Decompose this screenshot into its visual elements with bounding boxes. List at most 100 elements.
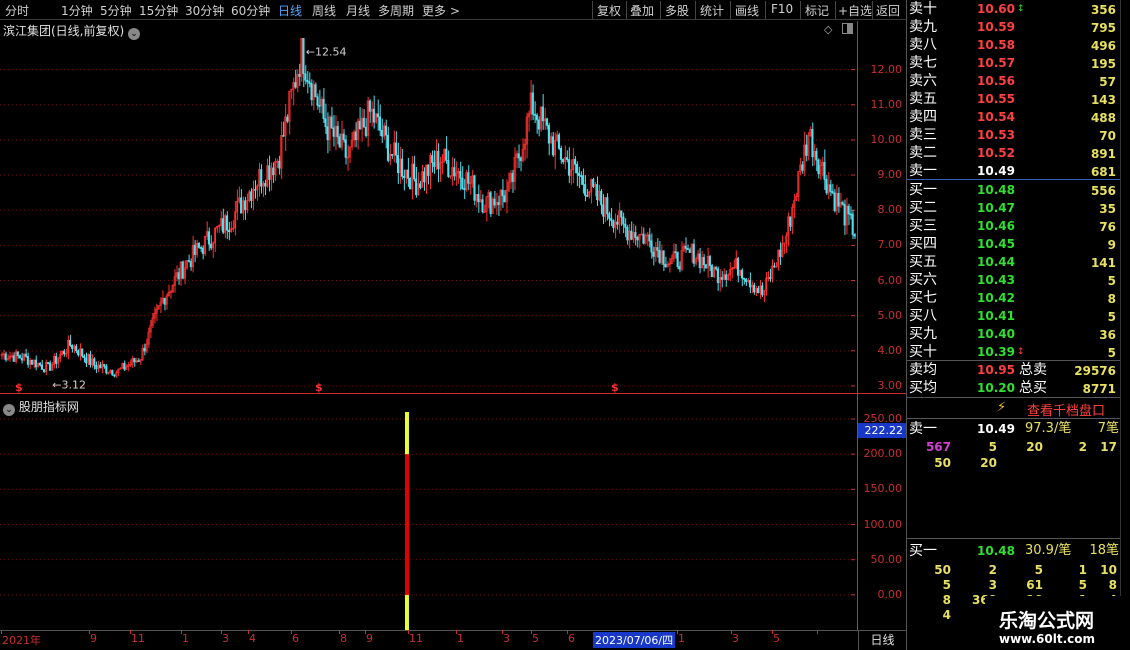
candle-body	[537, 119, 540, 130]
candle-body	[684, 245, 687, 249]
ask-row[interactable]: 卖七 10.57	[909, 54, 1015, 72]
candle-body	[720, 277, 723, 280]
period-tab-5min[interactable]: 5分钟	[100, 2, 132, 19]
sort-arrow-icon[interactable]: ↕	[1017, 0, 1025, 18]
bid-row[interactable]: 买九 10.40	[909, 325, 1015, 343]
bid-row[interactable]: 买六 10.43	[909, 271, 1015, 289]
bid-row[interactable]: 买四 10.45	[909, 235, 1015, 253]
ask-price: 10.52	[977, 146, 1015, 160]
candle-body	[704, 264, 707, 269]
statistics-button[interactable]: 统计	[700, 2, 724, 19]
candle-body	[503, 195, 506, 203]
candle-body	[403, 176, 406, 178]
candle-body	[620, 210, 623, 218]
bid-row[interactable]: 买八 10.41	[909, 307, 1015, 325]
indicator-chart[interactable]	[0, 412, 858, 630]
sort-arrow-icon[interactable]: ↕	[1017, 343, 1025, 361]
period-tab-daily[interactable]: 日线	[278, 2, 302, 19]
f10-button[interactable]: F10	[771, 2, 793, 16]
dividend-marker: $	[315, 381, 323, 393]
date-label: 3	[222, 632, 229, 645]
draw-line-button[interactable]: 画线	[735, 2, 759, 19]
date-tick	[89, 630, 90, 634]
candle-body	[433, 162, 436, 167]
bid-row[interactable]: 买二 10.47	[909, 199, 1015, 217]
bid-row[interactable]: 买三 10.46	[909, 217, 1015, 235]
bid-price: 10.43	[977, 273, 1015, 287]
ask-row[interactable]: 卖十 10.60 ↕	[909, 0, 1025, 18]
period-tab-monthly[interactable]: 月线	[346, 2, 370, 19]
candle-body	[779, 249, 782, 257]
candle-body	[437, 150, 440, 170]
fuquan-button[interactable]: 复权	[597, 2, 621, 19]
candle-body	[674, 251, 677, 254]
buy-queue-order: 50	[934, 563, 951, 577]
candle-body	[716, 268, 719, 284]
period-indicator[interactable]: 日线	[858, 631, 906, 650]
ask-row[interactable]: 卖八 10.58	[909, 36, 1015, 54]
sell-queue-avg: 97.3/笔	[1025, 421, 1072, 436]
candle-body	[362, 117, 365, 128]
candle-body	[322, 98, 325, 120]
period-tab-fenshi[interactable]: 分时	[5, 2, 29, 19]
sell-queue-order: 17	[1100, 440, 1117, 454]
candlestick-chart[interactable]: ←12.54 ←3.12 $ $ $	[0, 38, 858, 393]
candle-body	[111, 370, 114, 376]
period-tab-1min[interactable]: 1分钟	[61, 2, 93, 19]
candle-body	[407, 169, 410, 179]
dividend-marker: $	[15, 381, 23, 393]
candle-body	[227, 229, 231, 233]
toolbar-divider	[765, 1, 766, 19]
qiandang-link[interactable]: 查看千档盘口	[1027, 400, 1105, 419]
ask-row[interactable]: 卖一 10.49	[909, 162, 1015, 180]
candle-body	[38, 362, 41, 366]
candle-body	[318, 104, 321, 107]
ask-row[interactable]: 卖九 10.59	[909, 18, 1015, 36]
ask-row[interactable]: 卖二 10.52	[909, 144, 1015, 162]
total-sell-label: 总卖	[1019, 362, 1047, 378]
ask-row[interactable]: 卖四 10.54	[909, 108, 1015, 126]
indicator-bar-segment	[405, 412, 409, 455]
bid-label: 买六	[909, 272, 937, 288]
bid-row[interactable]: 买一 10.48	[909, 181, 1015, 199]
diamond-icon[interactable]: ◇	[824, 23, 832, 36]
candle-body	[692, 243, 695, 264]
price-tick-label: 4.00	[877, 343, 903, 357]
candle-body	[34, 359, 37, 368]
candle-body	[103, 364, 106, 367]
candle-body	[724, 274, 727, 280]
candle-body	[396, 154, 400, 173]
date-tick	[456, 630, 457, 634]
ask-row[interactable]: 卖五 10.55	[909, 90, 1015, 108]
candle-body	[831, 191, 834, 194]
period-tab-weekly[interactable]: 周线	[312, 2, 336, 19]
candle-body	[584, 184, 587, 196]
period-tab-more[interactable]: 更多 >	[422, 2, 460, 19]
period-tab-30min[interactable]: 30分钟	[185, 2, 224, 19]
candle-body	[372, 108, 375, 123]
ask-row[interactable]: 卖六 10.56	[909, 72, 1015, 90]
candle-body	[199, 247, 202, 249]
multi-stock-button[interactable]: 多股	[665, 2, 689, 19]
sell-queue-count: 7笔	[1097, 421, 1119, 436]
ask-volume: 891	[1090, 147, 1116, 161]
bid-row[interactable]: 买五 10.44	[909, 253, 1015, 271]
mark-button[interactable]: 标记	[805, 2, 829, 19]
period-tab-15min[interactable]: 15分钟	[139, 2, 178, 19]
scroll-edge[interactable]	[1120, 0, 1130, 650]
total-buy-label: 总买	[1019, 380, 1047, 396]
candle-body	[626, 227, 629, 241]
period-tab-60min[interactable]: 60分钟	[231, 2, 270, 19]
ask-row[interactable]: 卖三 10.53	[909, 126, 1015, 144]
candle-body	[181, 261, 184, 279]
buy-queue-order: 61	[1026, 578, 1043, 592]
overlay-button[interactable]: 叠加	[630, 2, 654, 19]
candle-body	[316, 96, 319, 106]
buy-queue-header: 买一 10.48 30.9/笔 18笔	[909, 542, 1119, 560]
bid-row[interactable]: 买七 10.42	[909, 289, 1015, 307]
date-tick	[772, 630, 773, 634]
bid-row[interactable]: 买十 10.39 ↕	[909, 343, 1025, 361]
window-icon[interactable]	[842, 23, 853, 34]
date-tick	[291, 630, 292, 634]
period-tab-multi[interactable]: 多周期	[378, 2, 414, 19]
